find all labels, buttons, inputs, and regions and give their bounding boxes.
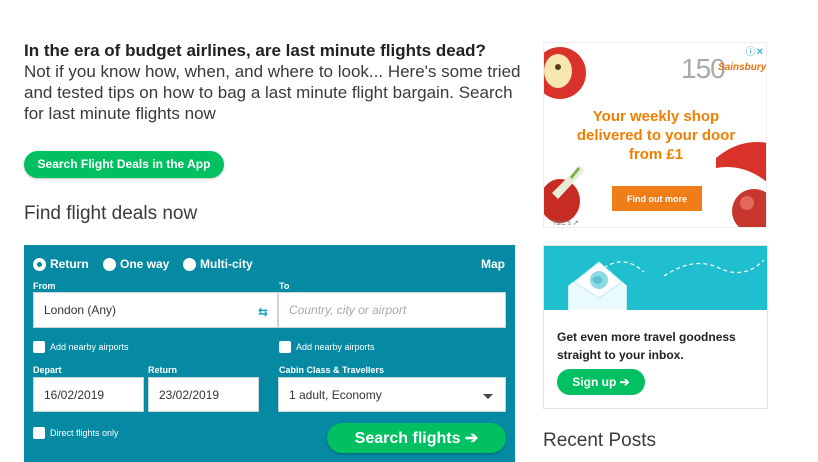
cabin-label: Cabin Class & Travellers [279,365,385,375]
radio-return[interactable] [33,257,46,271]
intro-lead: In the era of budget airlines, are last … [24,41,486,60]
checkbox-box[interactable] [33,341,45,353]
search-app-button[interactable]: Search Flight Deals in the App [24,151,224,178]
return-value: 23/02/2019 [159,387,220,402]
trip-option-label: Multi-city [200,257,253,271]
intro-body: Not if you know how, when, and where to … [24,62,521,123]
radio-multi-city[interactable] [183,257,196,271]
checkbox-label: Add nearby airports [50,342,129,352]
trip-option-return[interactable]: Return [33,257,89,271]
ad-choices-icon[interactable]: ⓘ✕ [746,43,764,58]
from-field[interactable]: London (Any) [33,292,278,328]
from-value: London (Any) [44,303,117,317]
newsletter-text: Get even more travel goodness straight t… [557,330,736,362]
search-flights-button[interactable]: Search flights ➔ [327,423,506,453]
find-deals-heading: Find flight deals now [24,203,198,224]
trip-option-one-way[interactable]: One way [103,257,169,271]
envelope-icon [568,259,765,310]
to-field[interactable] [278,292,506,328]
to-input[interactable] [289,303,505,317]
newsletter-banner [544,246,767,310]
map-link[interactable]: Map [481,257,505,271]
depart-date-field[interactable]: 16/02/2019 [33,377,144,412]
swap-icon[interactable]: ⇆ [258,305,268,319]
recent-posts-heading: Recent Posts [543,430,656,451]
trip-option-label: Return [50,257,89,271]
nearby-airports-from-checkbox[interactable]: Add nearby airports [33,341,129,353]
flight-search-panel: Return One way Multi-city Map From To Lo… [24,245,515,462]
to-label: To [279,281,290,291]
chevron-down-icon [483,394,493,399]
checkbox-box[interactable] [33,427,45,439]
cabin-value: 1 adult, Economy [289,387,382,402]
checkbox-label: Direct flights only [50,428,119,438]
ad-headline: Your weekly shop delivered to your door … [576,108,736,163]
trip-option-multi-city[interactable]: Multi-city [183,257,253,271]
depart-value: 16/02/2019 [44,387,105,402]
ad-find-out-more-button[interactable]: Find out more [612,186,702,211]
ad-terms-link[interactable]: T&C's ↗ [552,219,579,227]
return-label: Return [148,365,177,375]
signup-button[interactable]: Sign up ➔ [557,369,645,395]
nearby-airports-to-checkbox[interactable]: Add nearby airports [279,341,375,353]
direct-flights-checkbox[interactable]: Direct flights only [33,427,119,439]
checkbox-label: Add nearby airports [296,342,375,352]
return-date-field[interactable]: 23/02/2019 [148,377,259,412]
depart-label: Depart [33,365,62,375]
from-label: From [33,281,56,291]
sainsburys-ad[interactable]: 150 Sainsburys ⓘ✕ Your weekly shop deliv… [543,42,767,228]
ad-brand-logo: Sainsburys [718,62,767,73]
trip-option-label: One way [120,257,170,271]
checkbox-box[interactable] [279,341,291,353]
newsletter-card: Get even more travel goodness straight t… [543,245,768,409]
cabin-travellers-select[interactable]: 1 adult, Economy [278,377,506,412]
intro-paragraph: In the era of budget airlines, are last … [24,40,524,124]
radio-one-way[interactable] [103,257,116,271]
